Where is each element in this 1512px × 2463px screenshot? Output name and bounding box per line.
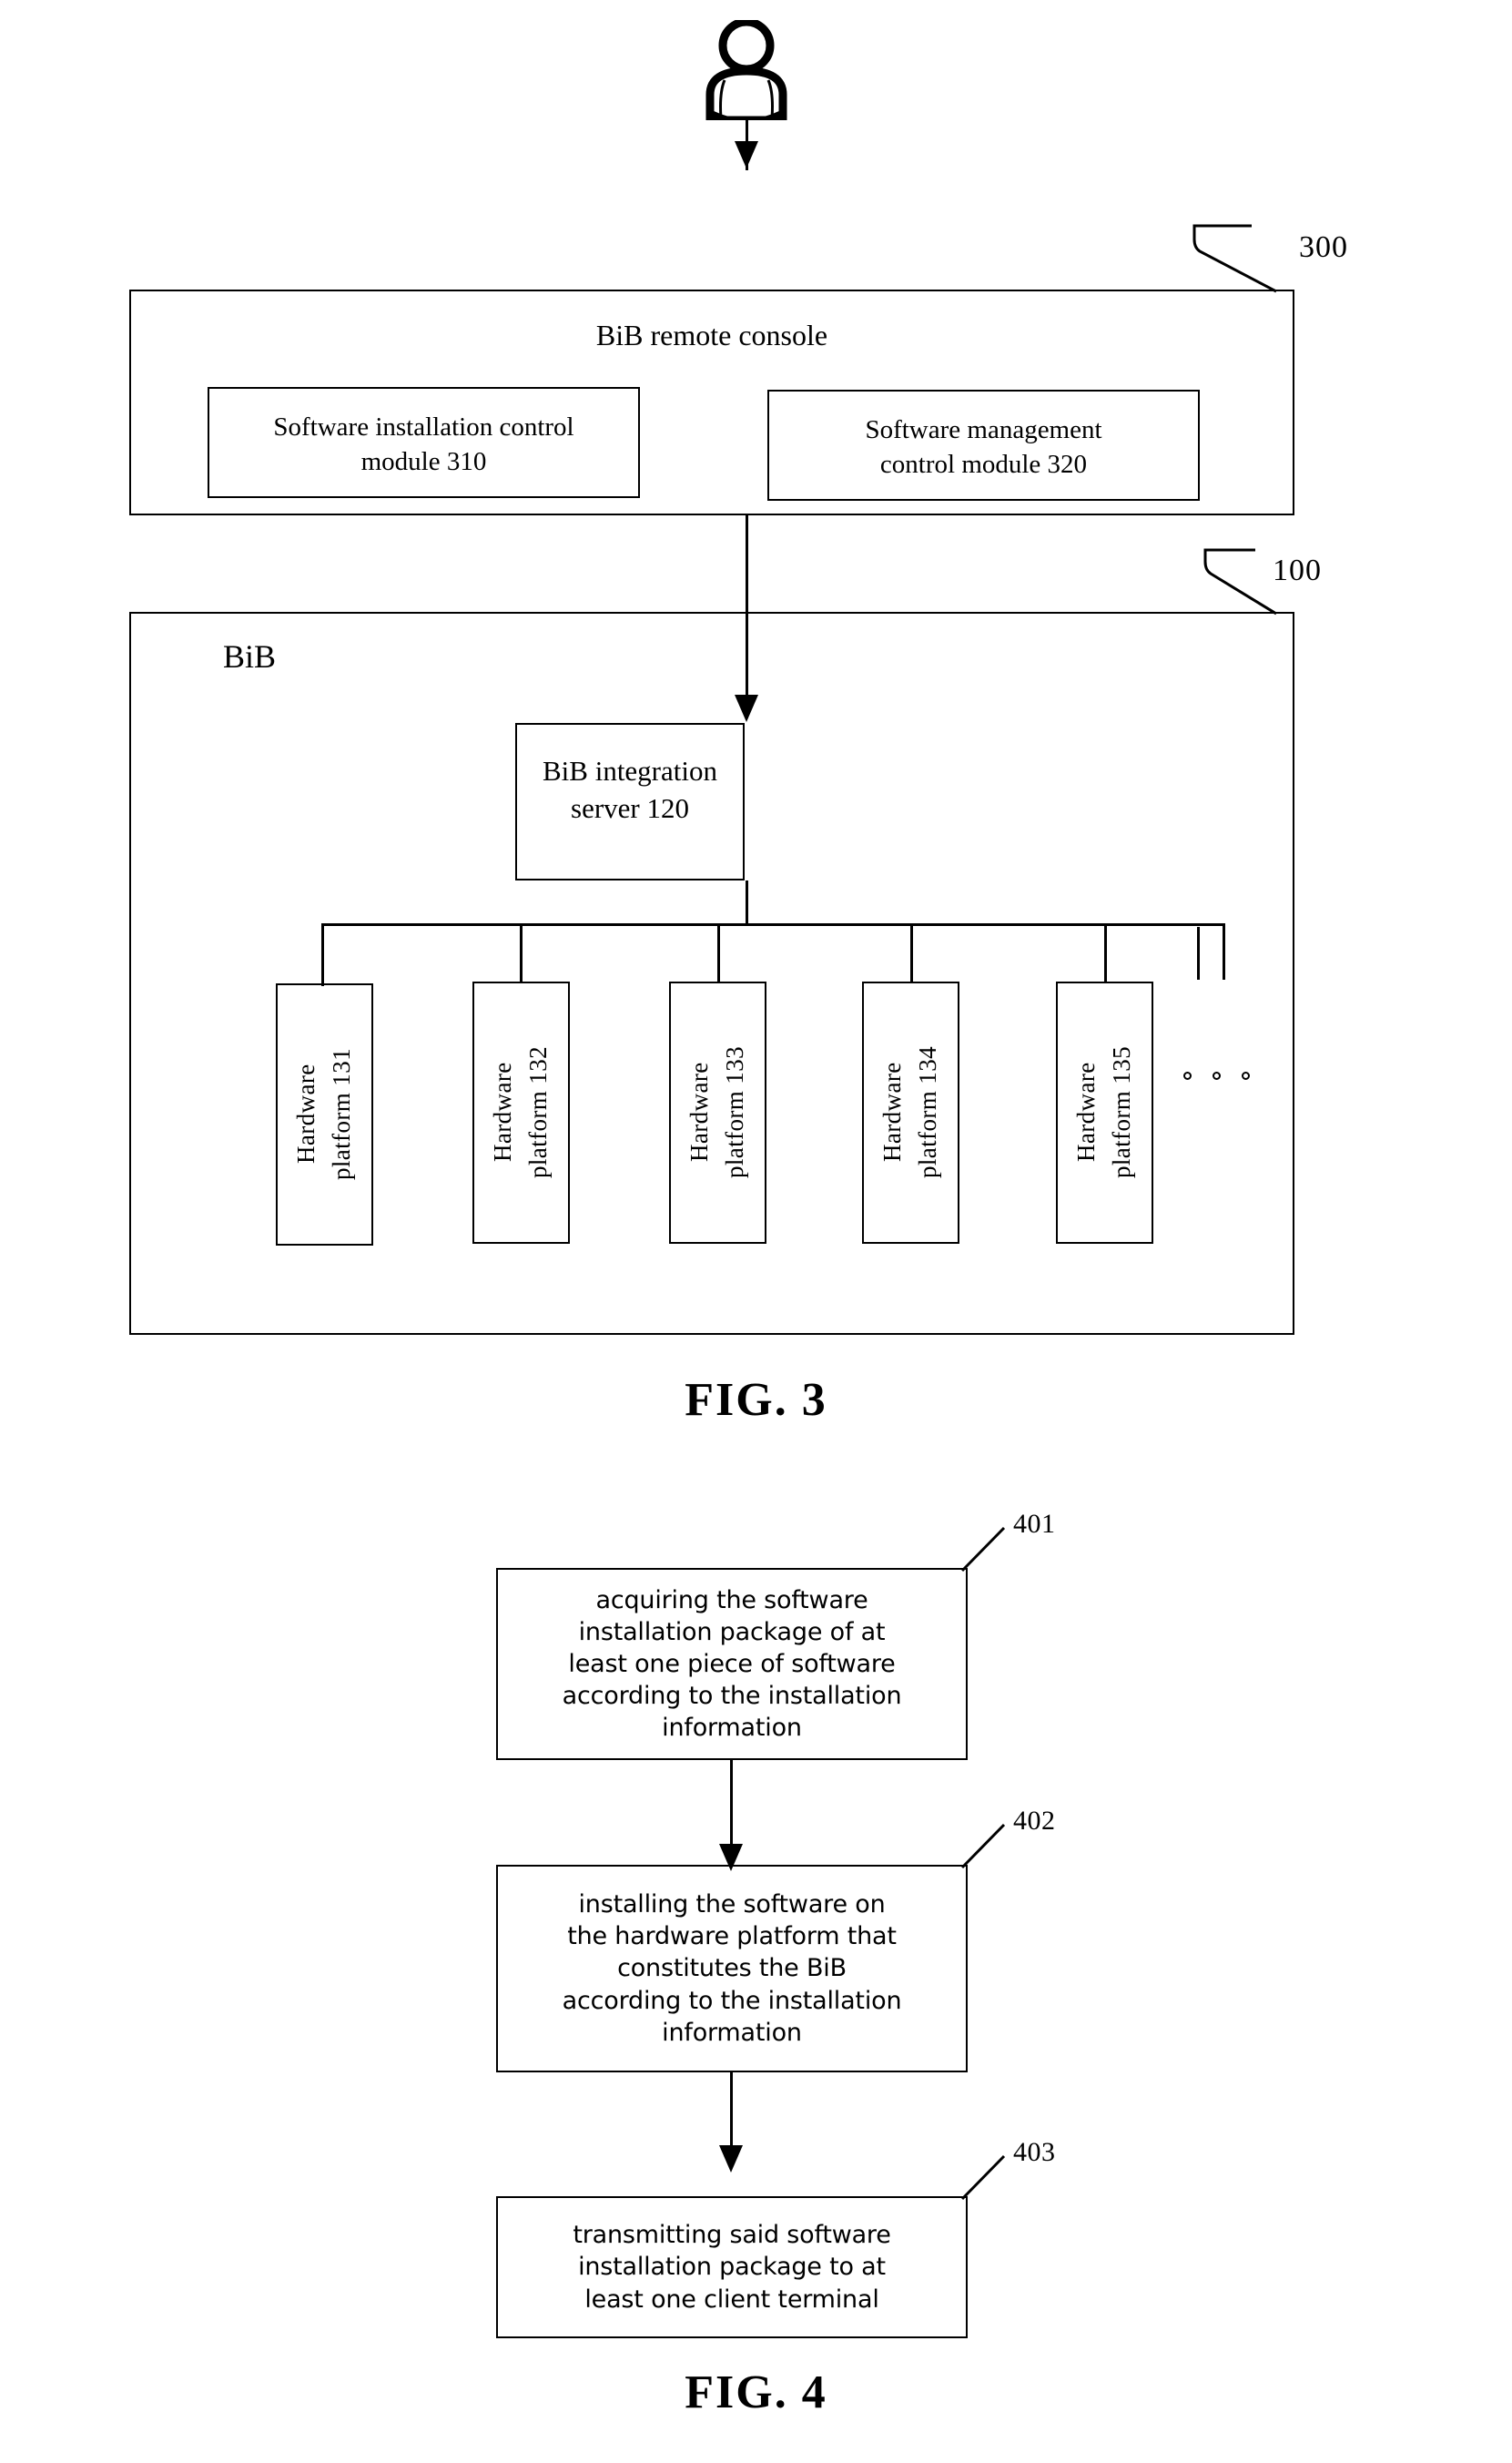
software-installation-control-module-label: Software installation control module 310: [273, 412, 574, 477]
ellipsis-dot-3: [1242, 1072, 1250, 1080]
hardware-platform-134-box: Hardware platform 134: [862, 982, 959, 1244]
hardware-platform-135-box: Hardware platform 135: [1056, 982, 1153, 1244]
hardware-platform-133-label-wrap: Hardware platform 133: [671, 983, 765, 1242]
hardware-platform-134-label-wrap: Hardware platform 134: [864, 983, 958, 1242]
hardware-platform-132-label-wrap: Hardware platform 132: [474, 983, 568, 1242]
arrowhead-actor-to-console: [735, 141, 758, 168]
hardware-platform-134-label: Hardware platform 134: [878, 1046, 942, 1179]
step-403-text: transmitting said software installation …: [573, 2221, 891, 2314]
step-402-box: installing the software on the hardware …: [496, 1865, 968, 2072]
ref-number-403: 403: [1013, 2137, 1056, 2167]
platform-bus-line: [321, 923, 1224, 926]
hardware-platform-131-label: Hardware platform 131: [292, 1048, 356, 1181]
step-402-text: installing the software on the hardware …: [562, 1890, 902, 2047]
step-401-text: acquiring the software installation pack…: [562, 1585, 902, 1743]
hardware-platform-135-label-wrap: Hardware platform 135: [1058, 983, 1152, 1242]
ref-number-100: 100: [1273, 554, 1322, 587]
drop-line-platform-131: [321, 923, 324, 986]
step-401-box: acquiring the software installation pack…: [496, 1568, 968, 1760]
drop-line-platform-135: [1104, 923, 1107, 983]
arrowhead-402-to-403: [719, 2145, 743, 2173]
figure-4-caption: FIG. 4: [685, 2366, 827, 2418]
hardware-platform-132-box: Hardware platform 132: [472, 982, 570, 1244]
hardware-platform-131-box: Hardware platform 131: [276, 983, 373, 1246]
ref-number-300: 300: [1299, 230, 1348, 264]
connector-server-to-bus: [746, 880, 748, 925]
step-403-box: transmitting said software installation …: [496, 2196, 968, 2338]
bib-box-title: BiB: [223, 638, 277, 675]
bus-end-stub-outer: [1223, 923, 1225, 980]
hardware-platform-131-label-wrap: Hardware platform 131: [278, 985, 371, 1244]
ellipsis-dot-2: [1213, 1072, 1221, 1080]
bus-end-stub-inner: [1197, 927, 1200, 980]
hardware-platform-132-label: Hardware platform 132: [489, 1046, 553, 1179]
bib-integration-server-label: BiB integration server 120: [542, 755, 717, 824]
hardware-platform-133-box: Hardware platform 133: [669, 982, 766, 1244]
drop-line-platform-133: [717, 923, 720, 983]
hardware-platform-133-label: Hardware platform 133: [685, 1046, 749, 1179]
user-person-icon: [665, 17, 828, 127]
drop-line-platform-134: [910, 923, 913, 983]
ref-number-402: 402: [1013, 1806, 1056, 1836]
ref-number-401: 401: [1013, 1509, 1056, 1539]
ellipsis-dot-1: [1183, 1072, 1192, 1080]
drop-line-platform-132: [520, 923, 523, 983]
patent-figure-page: BiB remote console 300 Software installa…: [0, 0, 1512, 2463]
bib-remote-console-title: BiB remote console: [595, 319, 828, 351]
software-management-control-module-label: Software management control module 320: [865, 415, 1102, 480]
figure-3-caption: FIG. 3: [685, 1374, 827, 1426]
hardware-platform-135-label: Hardware platform 135: [1072, 1046, 1136, 1179]
